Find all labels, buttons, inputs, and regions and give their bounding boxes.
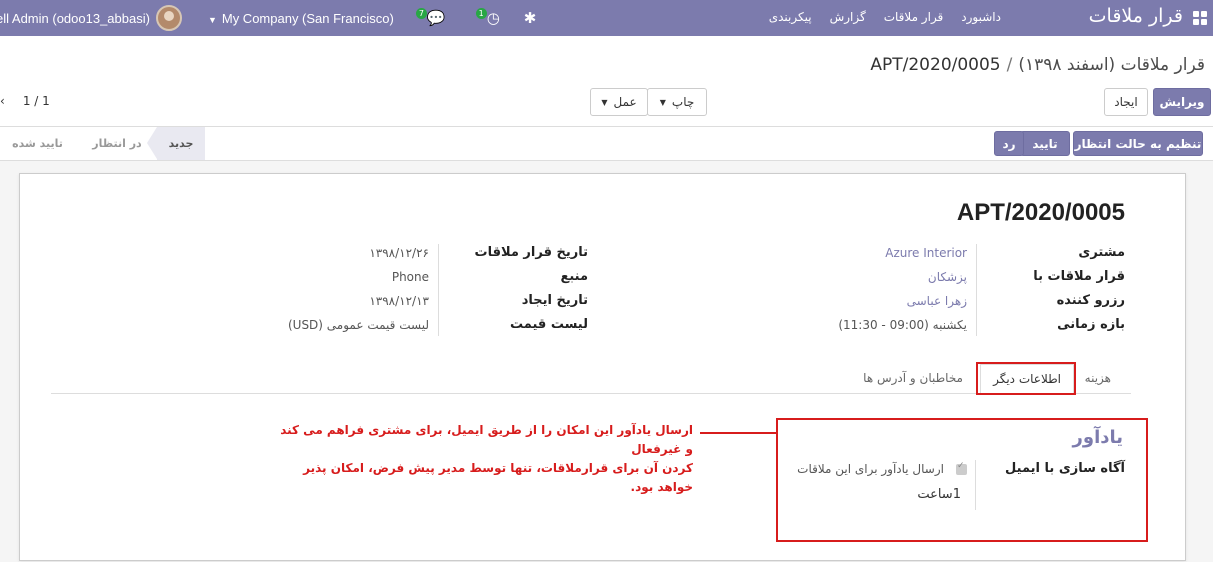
caret-down-icon: ▼ xyxy=(601,97,608,107)
created-date-value: ۱۳۹۸/۱۲/۱۳ xyxy=(369,294,429,308)
notebook-tabs xyxy=(51,364,1131,394)
breadcrumb-current: APT/2020/0005 xyxy=(870,55,1001,75)
avatar[interactable] xyxy=(155,5,182,31)
bug-icon: ✱ xyxy=(523,9,537,27)
confirm-button[interactable]: تایید xyxy=(1020,131,1070,156)
pricelist-label: لیست قیمت xyxy=(510,317,588,332)
messaging-menu[interactable]: 7 💬 xyxy=(415,7,446,27)
source-value: Phone xyxy=(391,270,429,284)
breadcrumb-parent[interactable]: قرار ملاقات (اسفند ۱۳۹۸) xyxy=(1018,55,1205,75)
timeslot-value: یکشنبه (09:00 - 11:30) xyxy=(838,318,967,332)
highlight-tab-box xyxy=(976,362,1076,395)
customer-label: مشتری xyxy=(1078,245,1125,260)
stage-arrow xyxy=(147,127,157,159)
highlight-reminder-box xyxy=(776,418,1148,542)
pager-previous-icon[interactable]: ‹ xyxy=(0,94,5,108)
apps-menu-icon[interactable] xyxy=(1193,11,1207,25)
action-label: عمل xyxy=(613,95,637,109)
pricelist-value: لیست قیمت عمومی (USD) xyxy=(287,318,429,332)
appointment-with-label: قرار ملاقات با xyxy=(1033,269,1125,284)
clock-icon: ◷ xyxy=(486,9,500,27)
pager: ‹ 1 / 1 xyxy=(0,94,50,108)
breadcrumb-separator: / xyxy=(1006,55,1013,75)
booked-by-label: رزرو کننده xyxy=(1056,293,1125,308)
chat-count-badge: 7 xyxy=(415,7,427,19)
annotation-text: ارسال یادآور این امکان را از طریق ایمیل،… xyxy=(273,421,693,497)
stage-pending-label: در انتظار xyxy=(92,137,142,150)
create-button[interactable]: ایجاد xyxy=(1104,88,1148,116)
menu-configuration[interactable]: پیکربندی xyxy=(769,10,812,24)
activity-menu[interactable]: 1 ◷ xyxy=(475,7,500,27)
source-label: منبع xyxy=(560,269,588,284)
debug-menu[interactable]: ✱ xyxy=(524,9,537,27)
highlight-connector-line xyxy=(700,432,778,434)
navbar-systray: ell Admin (odoo13_abbasi) ▼ My Company (S… xyxy=(0,0,536,36)
timeslot-label: بازه زمانی xyxy=(1057,317,1125,332)
tab-contacts-addresses[interactable]: مخاطبان و آدرس ها xyxy=(863,364,963,394)
app-brand[interactable]: قرار ملاقات xyxy=(1089,5,1183,27)
menu-report[interactable]: گزارش xyxy=(830,10,866,24)
appointment-date-label: تاریخ قرار ملاقات xyxy=(474,245,588,260)
menu-appointment[interactable]: قرار ملاقات xyxy=(884,10,944,24)
appointment-with-value[interactable]: پزشکان xyxy=(928,270,967,284)
print-dropdown[interactable]: ▼ چاپ xyxy=(647,88,707,116)
stage-confirmed-label: تایید شده xyxy=(12,137,63,150)
created-date-label: تاریخ ایجاد xyxy=(521,293,588,308)
chat-bubbles-icon: 💬 xyxy=(426,9,446,27)
pager-value[interactable]: 1 / 1 xyxy=(23,94,50,108)
breadcrumb: قرار ملاقات (اسفند ۱۳۹۸)/APT/2020/0005 xyxy=(870,55,1205,75)
edit-button[interactable]: ویرایش xyxy=(1153,88,1211,116)
action-dropdown[interactable]: ▼ عمل xyxy=(590,88,648,116)
top-navbar: قرار ملاقات داشبورد قرار ملاقات گزارش پی… xyxy=(0,0,1213,36)
customer-value[interactable]: Azure Interior xyxy=(885,246,967,260)
user-menu[interactable]: ell Admin (odoo13_abbasi) xyxy=(0,11,150,26)
set-pending-button[interactable]: تنظیم به حالت انتظار xyxy=(1073,131,1203,156)
left-group-separator xyxy=(438,244,439,336)
booked-by-value[interactable]: زهرا عباسی xyxy=(907,294,967,308)
caret-down-icon: ▼ xyxy=(659,97,666,107)
right-group-separator xyxy=(976,244,977,336)
activity-count-badge: 1 xyxy=(475,7,487,19)
stage-confirmed[interactable]: تایید شده xyxy=(10,127,65,160)
record-title: APT/2020/0005 xyxy=(956,199,1125,226)
status-bar: جدید در انتظار تایید شده xyxy=(0,127,205,160)
stage-new[interactable]: جدید xyxy=(157,127,205,160)
print-label: چاپ xyxy=(671,95,695,109)
tab-cost[interactable]: هزینه xyxy=(1085,364,1111,394)
menu-dashboard[interactable]: داشبورد xyxy=(961,10,1001,24)
company-name: My Company (San Francisco) xyxy=(221,10,394,26)
annotation-line-1: ارسال یادآور این امکان را از طریق ایمیل،… xyxy=(280,423,693,456)
company-switcher[interactable]: ▼ My Company (San Francisco) xyxy=(208,11,394,26)
main-menu: داشبورد قرار ملاقات گزارش پیکربندی xyxy=(769,10,1001,24)
annotation-line-2: کردن آن برای قرارملاقات، تنها توسط مدیر … xyxy=(303,461,693,494)
reject-button[interactable]: رد xyxy=(994,131,1024,156)
caret-down-icon: ▼ xyxy=(207,14,217,25)
stage-pending[interactable]: در انتظار xyxy=(92,127,142,160)
stage-new-label: جدید xyxy=(168,137,194,150)
appointment-date-value: ۱۳۹۸/۱۲/۲۶ xyxy=(369,246,429,260)
